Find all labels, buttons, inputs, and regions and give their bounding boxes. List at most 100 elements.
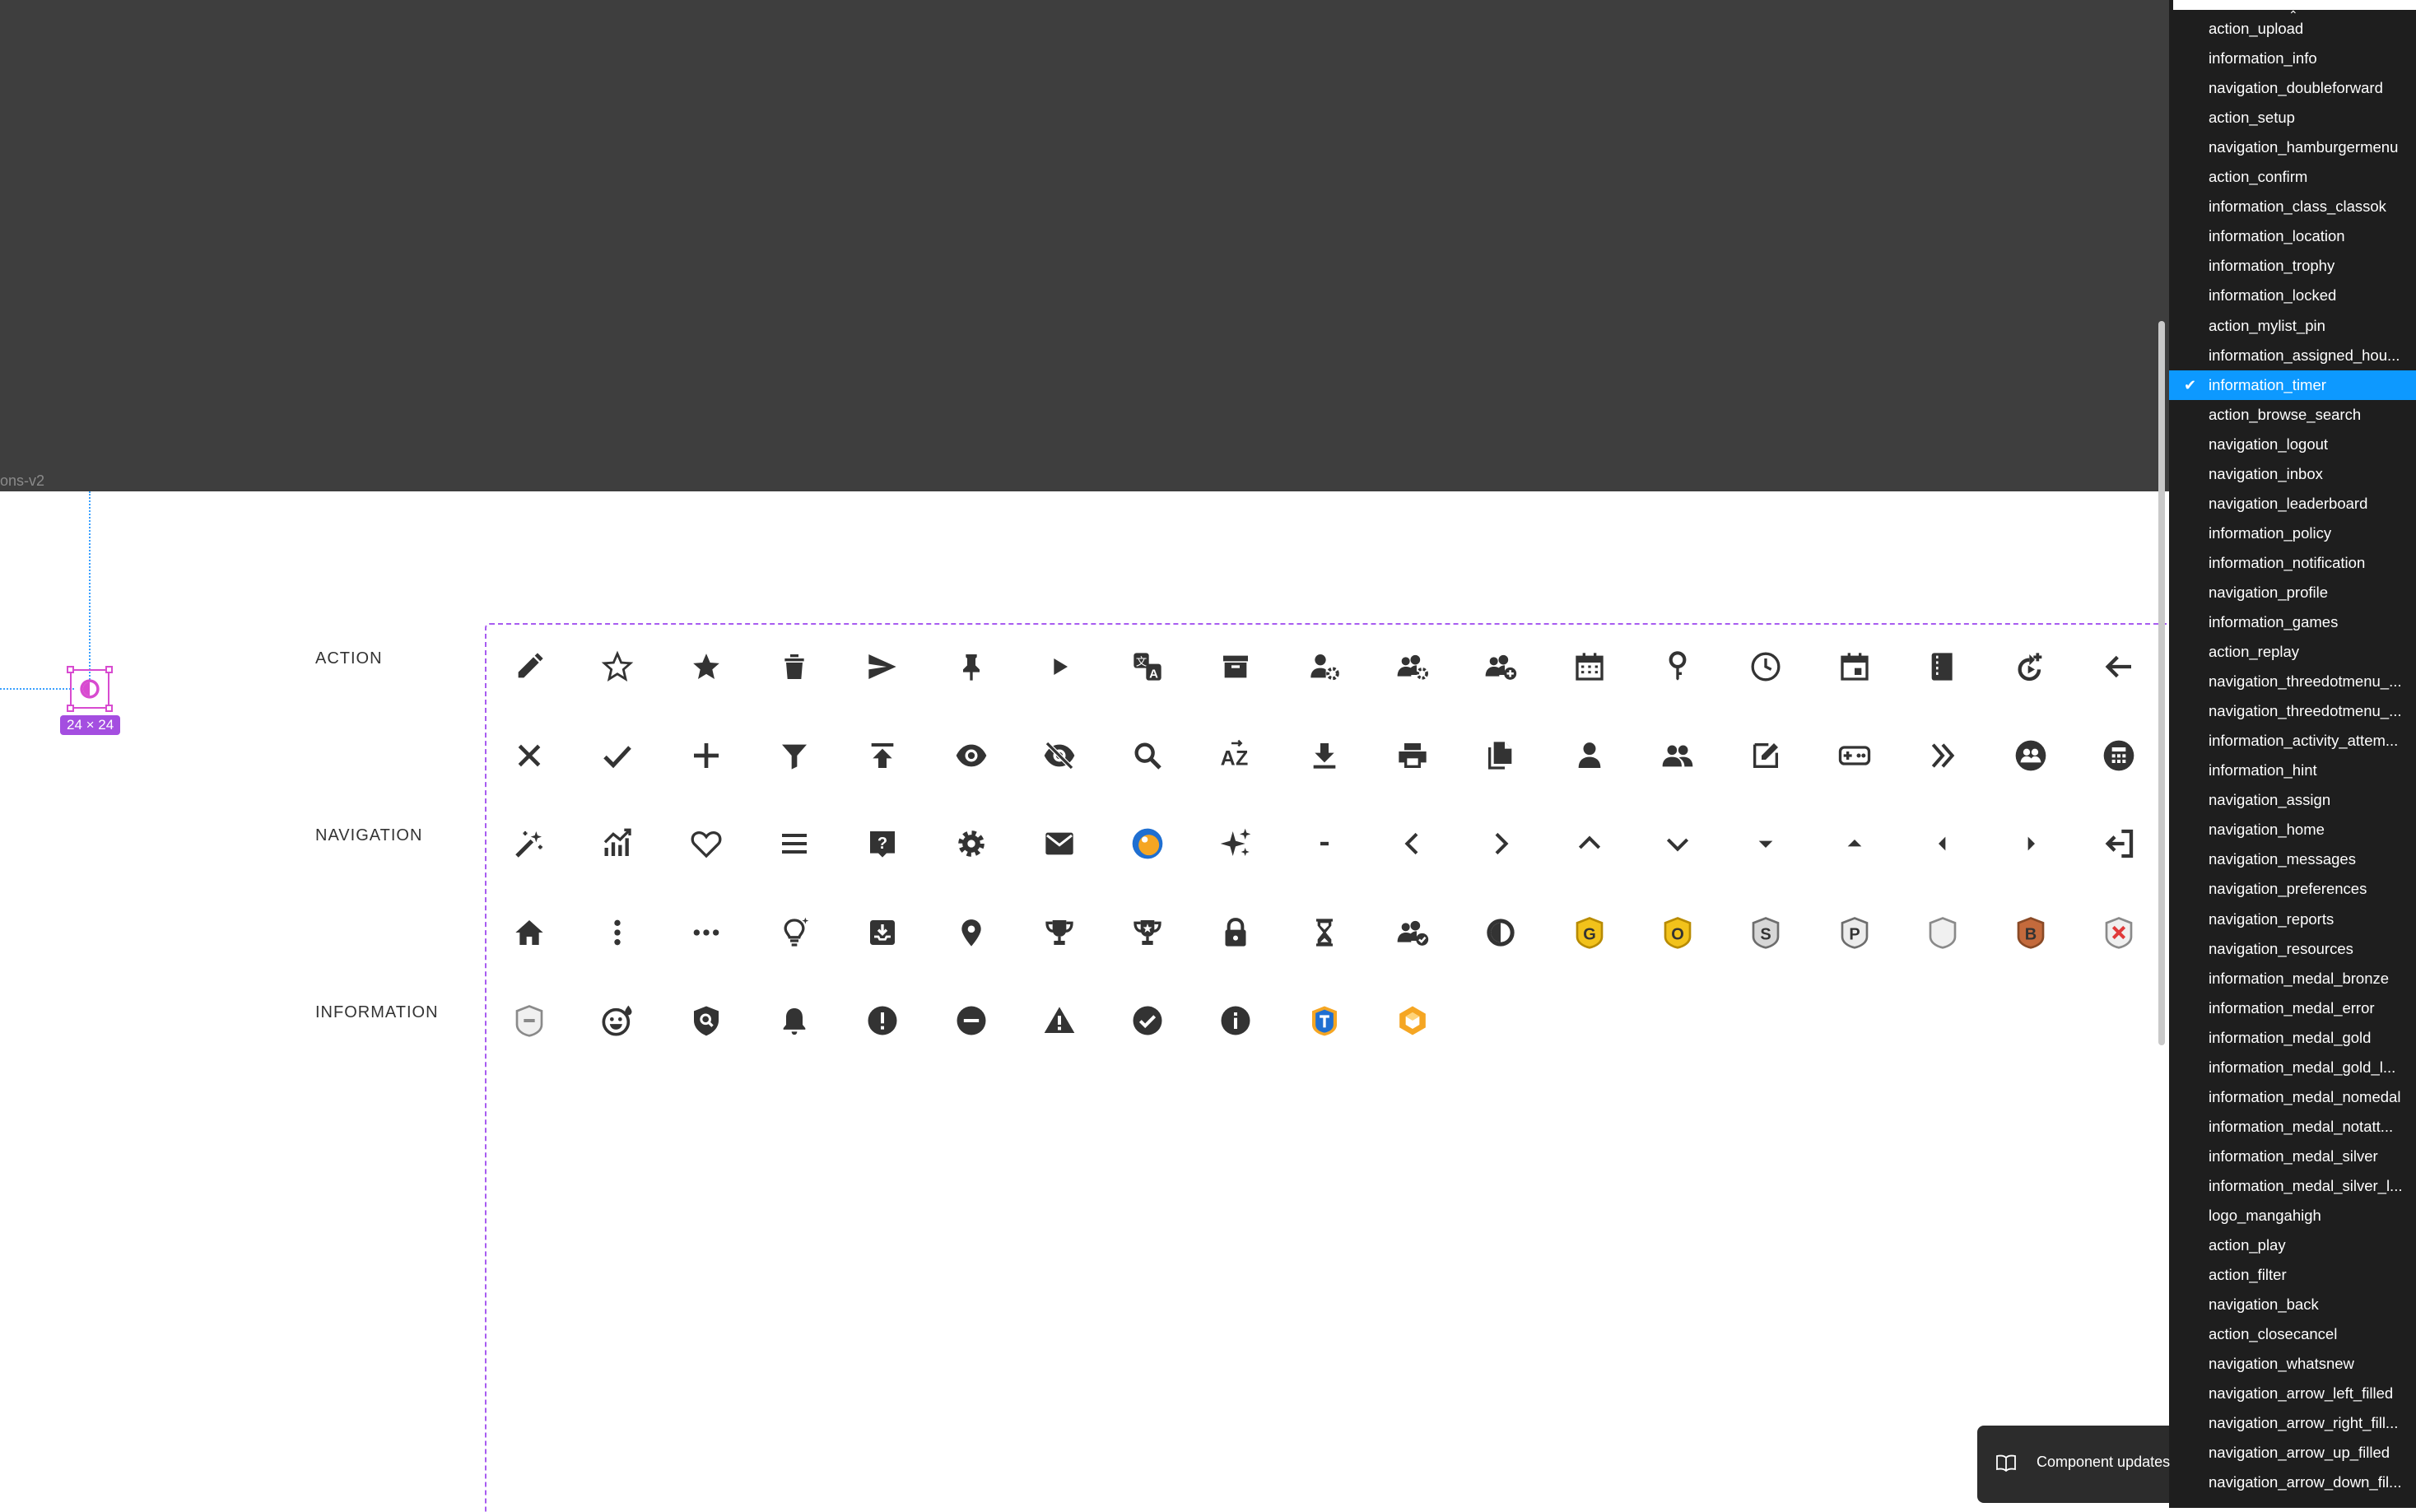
- resize-handle[interactable]: [67, 666, 74, 673]
- plus-icon[interactable]: [690, 739, 723, 772]
- medal-gold-o-icon[interactable]: O: [1661, 916, 1694, 949]
- menu-item[interactable]: navigation_reports: [2169, 905, 2416, 934]
- menu-item[interactable]: navigation_arrow_up_filled: [2169, 1438, 2416, 1468]
- edit-note-icon[interactable]: [1749, 739, 1782, 772]
- menu-item[interactable]: navigation_resources: [2169, 934, 2416, 964]
- menu-item[interactable]: action_setup: [2169, 103, 2416, 133]
- hexagon-icon[interactable]: [1396, 1004, 1429, 1037]
- minus-icon[interactable]: [1308, 827, 1341, 860]
- gear-icon[interactable]: [955, 827, 988, 860]
- shield-search-icon[interactable]: [690, 1004, 723, 1037]
- dots-vertical-icon[interactable]: [601, 916, 634, 949]
- menu-item[interactable]: navigation_hamburgermenu: [2169, 133, 2416, 162]
- people-icon[interactable]: [1661, 739, 1694, 772]
- logout-icon[interactable]: [2102, 827, 2135, 860]
- mail-icon[interactable]: [1043, 827, 1076, 860]
- menu-item[interactable]: logo_mangahigh: [2169, 1201, 2416, 1231]
- menu-item[interactable]: action_confirm: [2169, 162, 2416, 192]
- alert-circle-icon[interactable]: [866, 1004, 899, 1037]
- menu-item[interactable]: information_hint: [2169, 756, 2416, 785]
- menu-item[interactable]: navigation_messages: [2169, 844, 2416, 874]
- menu-item[interactable]: navigation_inbox: [2169, 459, 2416, 489]
- replay-icon[interactable]: [2014, 650, 2047, 683]
- download-icon[interactable]: [1308, 739, 1341, 772]
- menu-item[interactable]: information_policy: [2169, 519, 2416, 548]
- group-circle-icon[interactable]: [2014, 739, 2047, 772]
- chevron-up-icon[interactable]: ⌃: [2288, 8, 2298, 22]
- menu-item[interactable]: navigation_arrow_down_fil...: [2169, 1468, 2416, 1497]
- resize-handle[interactable]: [67, 705, 74, 712]
- component-updates-toast[interactable]: Component updates: [1977, 1426, 2170, 1503]
- menu-item[interactable]: action_filter: [2169, 1260, 2416, 1290]
- happy-face-icon[interactable]: [601, 1004, 634, 1037]
- chevron-left-icon[interactable]: [1396, 827, 1429, 860]
- eye-off-icon[interactable]: [1043, 739, 1076, 772]
- copy-icon[interactable]: [1484, 739, 1517, 772]
- play-icon[interactable]: [1043, 650, 1076, 683]
- menu-item[interactable]: information_locked: [2169, 281, 2416, 310]
- hourglass-icon[interactable]: [1308, 916, 1341, 949]
- magic-wand-icon[interactable]: [513, 827, 546, 860]
- menu-item[interactable]: information_medal_silver: [2169, 1142, 2416, 1171]
- menu-item[interactable]: navigation_threedotmenu_...: [2169, 667, 2416, 696]
- heart-icon[interactable]: [690, 827, 723, 860]
- gamepad-icon[interactable]: [1838, 739, 1871, 772]
- send-icon[interactable]: [866, 650, 899, 683]
- translate-icon[interactable]: 文A: [1131, 650, 1164, 683]
- bell-icon[interactable]: [778, 1004, 811, 1037]
- archive-icon[interactable]: [1219, 650, 1252, 683]
- canvas-scrollbar[interactable]: [2158, 321, 2165, 1045]
- medal-notattempted-icon[interactable]: [513, 1004, 546, 1037]
- medal-nomedal-icon[interactable]: [1926, 916, 1959, 949]
- menu-item[interactable]: navigation_arrow_left_filled: [2169, 1379, 2416, 1408]
- menu-item[interactable]: information_medal_silver_l...: [2169, 1171, 2416, 1201]
- sparkles-icon[interactable]: [1219, 827, 1252, 860]
- home-icon[interactable]: [513, 916, 546, 949]
- help-icon[interactable]: ?: [866, 827, 899, 860]
- check-circle-icon[interactable]: [1131, 1004, 1164, 1037]
- double-chevron-right-icon[interactable]: [1926, 739, 1959, 772]
- menu-item[interactable]: information_class_classok: [2169, 192, 2416, 221]
- inbox-icon[interactable]: [866, 916, 899, 949]
- menu-item[interactable]: navigation_leaderboard: [2169, 489, 2416, 519]
- menu-item[interactable]: information_notification: [2169, 548, 2416, 578]
- menu-item[interactable]: navigation_preferences: [2169, 874, 2416, 904]
- menu-item[interactable]: navigation_profile: [2169, 578, 2416, 607]
- chevron-up-icon[interactable]: [1573, 827, 1606, 860]
- lock-icon[interactable]: [1219, 916, 1252, 949]
- trash-icon[interactable]: [778, 650, 811, 683]
- menu-item[interactable]: information_medal_error: [2169, 993, 2416, 1023]
- medal-silver-icon[interactable]: S: [1749, 916, 1782, 949]
- clock-icon[interactable]: [1749, 650, 1782, 683]
- search-icon[interactable]: [1131, 739, 1164, 772]
- menu-item[interactable]: information_info: [2169, 44, 2416, 73]
- calendar-icon[interactable]: [1573, 650, 1606, 683]
- warning-icon[interactable]: [1043, 1004, 1076, 1037]
- mangahigh-logo-icon[interactable]: [1131, 827, 1164, 860]
- user-settings-icon[interactable]: [1308, 650, 1341, 683]
- group-add-icon[interactable]: [1484, 650, 1517, 683]
- pencil-icon[interactable]: [513, 650, 546, 683]
- calendar-event-icon[interactable]: [1838, 650, 1871, 683]
- menu-item[interactable]: navigation_threedotmenu_...: [2169, 696, 2416, 726]
- menu-item[interactable]: navigation_back: [2169, 1290, 2416, 1319]
- menu-item[interactable]: information_location: [2169, 221, 2416, 251]
- menu-item[interactable]: navigation_assign: [2169, 785, 2416, 815]
- group-check-icon[interactable]: [1396, 916, 1429, 949]
- lightbulb-icon[interactable]: [778, 916, 811, 949]
- menu-item[interactable]: navigation_doubleforward: [2169, 73, 2416, 103]
- menu-item[interactable]: information_medal_nomedal: [2169, 1082, 2416, 1112]
- check-icon[interactable]: [601, 739, 634, 772]
- chevron-down-icon[interactable]: [1661, 827, 1694, 860]
- menu-item[interactable]: action_play: [2169, 1231, 2416, 1260]
- dots-horizontal-icon[interactable]: [690, 916, 723, 949]
- menu-item[interactable]: information_medal_bronze: [2169, 964, 2416, 993]
- menu-item[interactable]: navigation_whatsnew: [2169, 1349, 2416, 1379]
- menu-item[interactable]: information_games: [2169, 607, 2416, 637]
- pin-icon[interactable]: [955, 650, 988, 683]
- filter-icon[interactable]: [778, 739, 811, 772]
- arrow-left-icon[interactable]: [2102, 650, 2135, 683]
- calculator-icon[interactable]: [2102, 739, 2135, 772]
- star-outline-icon[interactable]: [601, 650, 634, 683]
- menu-item[interactable]: information_medal_notatt...: [2169, 1112, 2416, 1142]
